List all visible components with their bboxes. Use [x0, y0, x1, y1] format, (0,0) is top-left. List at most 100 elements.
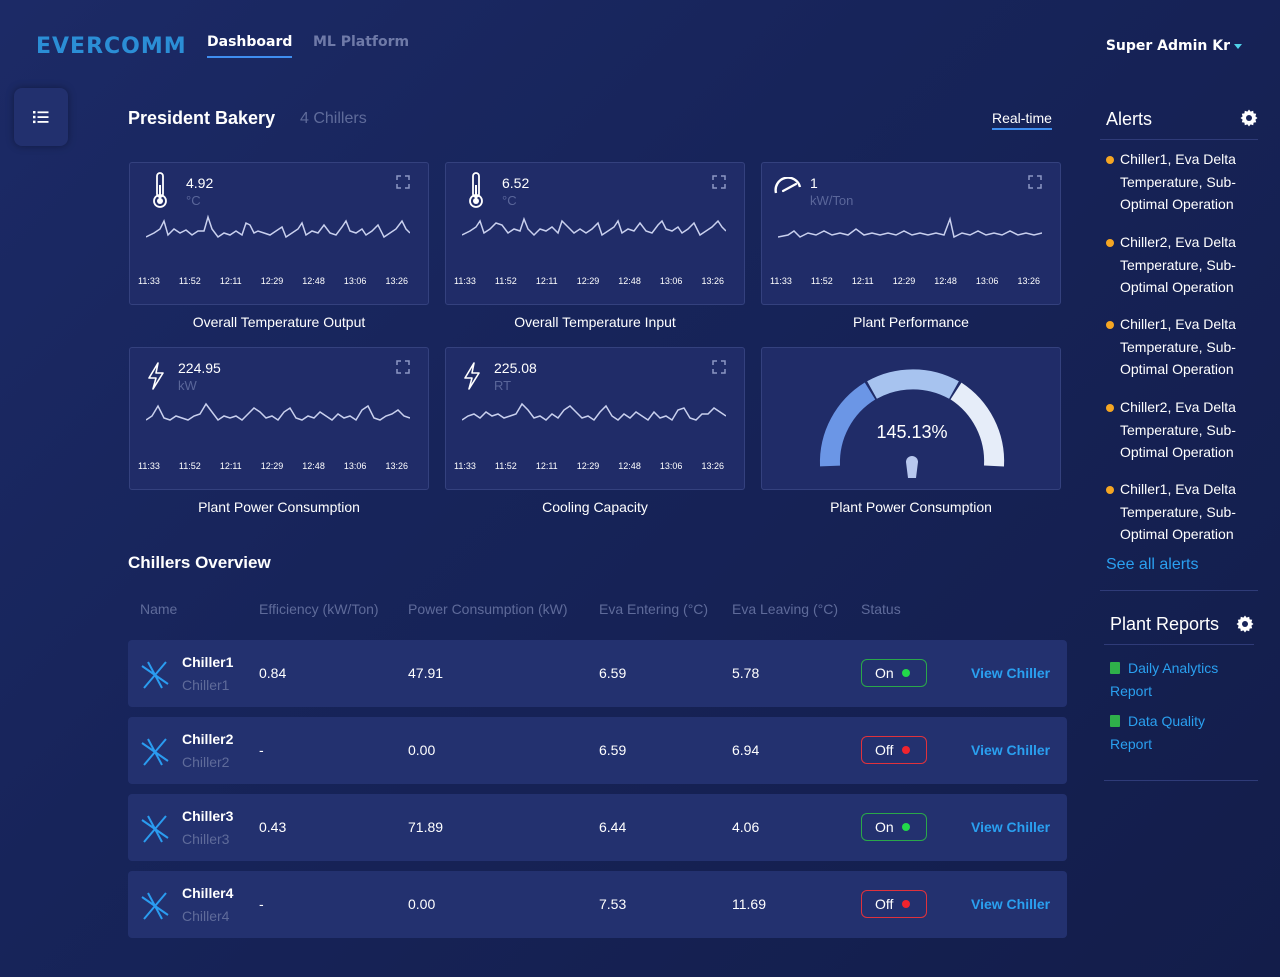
- status-dot: [902, 900, 910, 908]
- metric-unit: °C: [502, 193, 517, 208]
- expand-icon[interactable]: [396, 360, 410, 374]
- chiller-name: Chiller3: [182, 808, 234, 824]
- gauge-card[interactable]: 145.13%: [761, 347, 1061, 490]
- chiller-name: Chiller4: [182, 885, 234, 901]
- metric-card-cooling-capacity[interactable]: 225.08 RT 11:33 11:52 12:11 12:29 12:48 13:06…: [445, 347, 745, 490]
- status-badge: Off: [861, 736, 927, 764]
- sparkline-chart: [146, 214, 410, 239]
- alert-bullet: [1106, 321, 1114, 329]
- report-link-daily-analytics[interactable]: Daily Analytics Report: [1110, 657, 1250, 702]
- metric-value: 225.08: [494, 360, 537, 376]
- alert-bullet: [1106, 486, 1114, 494]
- time-tick: 12:11: [219, 276, 242, 286]
- chiller-sub: Chiller2: [182, 754, 230, 770]
- expand-icon[interactable]: [1028, 175, 1042, 189]
- sparkline-chart: [778, 216, 1042, 239]
- fan-icon: [141, 738, 169, 766]
- status-dot: [902, 746, 910, 754]
- alert-item[interactable]: Chiller2, Eva Delta Temperature, Sub-Opt…: [1106, 396, 1256, 464]
- chevron-down-icon: [1234, 43, 1242, 49]
- time-tick: 12:11: [535, 461, 558, 471]
- time-tick: 11:33: [138, 276, 160, 286]
- time-tick: 11:52: [178, 461, 201, 471]
- time-tick: 11:33: [138, 461, 160, 471]
- metric-unit: kW/Ton: [810, 193, 854, 208]
- report-label: Data Quality Report: [1110, 713, 1206, 752]
- efficiency-value: -: [259, 742, 264, 758]
- gear-icon[interactable]: [1240, 109, 1258, 127]
- alert-bullet: [1106, 404, 1114, 412]
- time-tick: 11:33: [770, 276, 792, 286]
- view-chiller-link[interactable]: View Chiller: [971, 665, 1050, 681]
- eva-entering-value: 6.59: [599, 665, 627, 681]
- sparkline-chart: [462, 402, 726, 422]
- time-tick: 11:52: [494, 276, 517, 286]
- alert-text: Chiller1, Eva Delta Temperature, Sub-Opt…: [1120, 316, 1236, 377]
- realtime-toggle[interactable]: Real-time: [992, 110, 1052, 130]
- alert-text: Chiller1, Eva Delta Temperature, Sub-Opt…: [1120, 151, 1236, 212]
- time-axis: 11:33 11:52 12:11 12:29 12:48 13:06 13:26: [770, 276, 1040, 286]
- table-row: Chiller3 Chiller3 0.43 71.89 6.44 4.06 O…: [128, 794, 1067, 861]
- gauge-icon: [774, 177, 802, 194]
- reports-title: Plant Reports: [1110, 614, 1220, 634]
- metric-value: 4.92: [186, 175, 214, 191]
- time-axis: 11:33 11:52 12:11 12:29 12:48 13:06 13:26: [454, 461, 724, 471]
- eva-leaving-value: 6.94: [732, 742, 760, 758]
- power-value: 0.00: [408, 896, 436, 912]
- divider: [1104, 780, 1258, 781]
- view-chiller-link[interactable]: View Chiller: [971, 819, 1050, 835]
- sparkline-chart: [146, 402, 410, 422]
- status-badge: On: [861, 813, 927, 841]
- time-tick: 12:29: [260, 276, 284, 286]
- tab-ml-platform[interactable]: ML Platform: [313, 34, 409, 50]
- alert-item[interactable]: Chiller2, Eva Delta Temperature, Sub-Opt…: [1106, 231, 1256, 299]
- gear-icon[interactable]: [1236, 615, 1254, 633]
- time-tick: 13:26: [1017, 276, 1040, 286]
- eva-leaving-value: 11.69: [732, 896, 766, 912]
- metric-value: 224.95: [178, 360, 221, 376]
- eva-leaving-value: 4.06: [732, 819, 760, 835]
- status-label: Off: [875, 896, 894, 912]
- time-tick: 12:11: [851, 276, 874, 286]
- metric-card-temperature-output[interactable]: 4.92 °C 11:33 11:52 12:11 12:29 12:48 13:06 13…: [129, 162, 429, 305]
- column-header: Eva Leaving (°C): [732, 601, 838, 617]
- divider: [1104, 644, 1254, 645]
- card-label: Overall Temperature Input: [514, 314, 676, 330]
- status-dot: [902, 823, 910, 831]
- expand-icon[interactable]: [396, 175, 410, 189]
- view-chiller-link[interactable]: View Chiller: [971, 896, 1050, 912]
- expand-icon[interactable]: [712, 360, 726, 374]
- card-label: Plant Performance: [853, 314, 969, 330]
- time-tick: 11:33: [454, 461, 476, 471]
- thermometer-icon: [469, 172, 483, 208]
- evercomm-logo[interactable]: EVERCOMM: [36, 34, 187, 59]
- expand-icon[interactable]: [712, 175, 726, 189]
- report-link-data-quality[interactable]: Data Quality Report: [1110, 710, 1250, 755]
- thermometer-icon: [153, 172, 167, 208]
- user-name: Super Admin Kr: [1105, 38, 1230, 54]
- time-tick: 13:06: [343, 276, 367, 286]
- list-icon: [33, 111, 49, 124]
- card-label: Overall Temperature Output: [192, 314, 366, 330]
- user-menu[interactable]: Super Admin Kr: [1106, 38, 1242, 54]
- column-header: Power Consumption (kW): [408, 601, 568, 617]
- alert-item[interactable]: Chiller1, Eva Delta Temperature, Sub-Opt…: [1106, 148, 1256, 216]
- alert-bullet: [1106, 156, 1114, 164]
- metric-card-power-consumption[interactable]: 224.95 kW 11:33 11:52 12:11 12:29 12:48 13:06…: [129, 347, 429, 490]
- metric-card-plant-performance[interactable]: 1 kW/Ton 11:33 11:52 12:11 12:29 12:48 13:06 1…: [761, 162, 1061, 305]
- fan-icon: [141, 892, 169, 920]
- see-all-alerts-link[interactable]: See all alerts: [1106, 556, 1199, 574]
- alert-item[interactable]: Chiller1, Eva Delta Temperature, Sub-Opt…: [1106, 478, 1256, 546]
- alert-item[interactable]: Chiller1, Eva Delta Temperature, Sub-Opt…: [1106, 313, 1256, 381]
- chiller-count: 4 Chillers: [300, 110, 367, 127]
- view-chiller-link[interactable]: View Chiller: [971, 742, 1050, 758]
- fan-icon: [141, 661, 169, 689]
- file-icon: [1110, 662, 1120, 674]
- time-axis: 11:33 11:52 12:11 12:29 12:48 13:06 13:26: [138, 276, 408, 286]
- sidebar-toggle-button[interactable]: [14, 88, 68, 146]
- time-axis: 11:33 11:52 12:11 12:29 12:48 13:06 13:26: [454, 276, 724, 286]
- table-row: Chiller4 Chiller4 - 0.00 7.53 11.69 Off …: [128, 871, 1067, 938]
- tab-dashboard[interactable]: Dashboard: [207, 34, 293, 58]
- time-tick: 12:11: [535, 276, 558, 286]
- metric-card-temperature-input[interactable]: 6.52 °C 11:33 11:52 12:11 12:29 12:48 13:06 13…: [445, 162, 745, 305]
